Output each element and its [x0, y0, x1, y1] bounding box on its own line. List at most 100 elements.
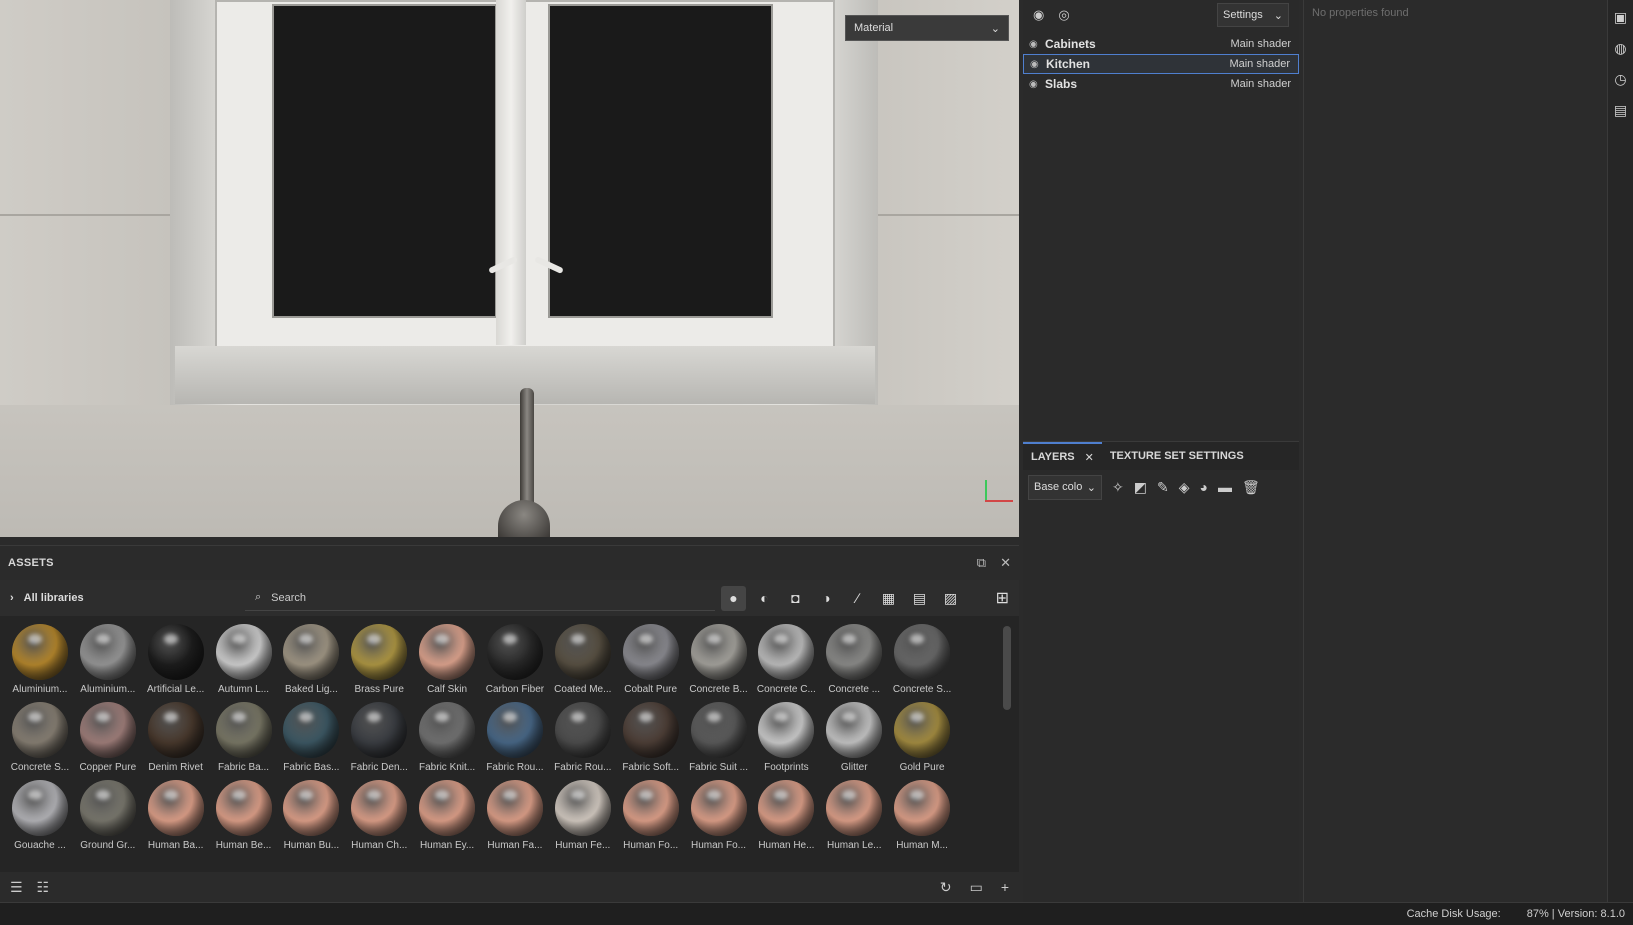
- material-preview-sphere: [11, 702, 68, 758]
- filter-textures-icon[interactable]: ▦: [876, 586, 901, 611]
- refresh-icon[interactable]: ↻: [940, 879, 952, 896]
- asset-tile[interactable]: Human Fo...: [685, 780, 753, 858]
- asset-tile[interactable]: Gold Pure: [888, 702, 956, 780]
- eye-icon[interactable]: ◉: [1030, 59, 1046, 70]
- asset-tile[interactable]: Cobalt Pure: [617, 624, 685, 702]
- material-preview-sphere: [894, 702, 951, 758]
- asset-tile[interactable]: Fabric Suit ...: [685, 702, 753, 780]
- asset-tile[interactable]: Human Ba...: [142, 780, 210, 858]
- texture-set-row[interactable]: ◉ Slabs Main shader: [1023, 74, 1299, 94]
- asset-label: Artificial Le...: [147, 684, 205, 695]
- filter-list-icon[interactable]: ☷: [37, 879, 50, 896]
- asset-tile[interactable]: Fabric Rou...: [481, 702, 549, 780]
- asset-tile[interactable]: Glitter: [820, 702, 888, 780]
- texture-set-row[interactable]: ◉ Cabinets Main shader: [1023, 34, 1299, 54]
- asset-scrollbar[interactable]: [1003, 626, 1011, 710]
- library-selector[interactable]: › All libraries: [10, 592, 245, 604]
- eye-icon[interactable]: ◉: [1029, 79, 1045, 90]
- visibility-settings-icon[interactable]: ◉: [1033, 7, 1044, 23]
- asset-tile[interactable]: Concrete S...: [6, 702, 74, 780]
- add-paint-layer-icon[interactable]: ✎: [1157, 479, 1169, 496]
- asset-tile[interactable]: Fabric Soft...: [617, 702, 685, 780]
- add-fill-layer-icon[interactable]: ◈: [1179, 479, 1190, 496]
- asset-tile[interactable]: Fabric Rou...: [549, 702, 617, 780]
- tile-seam: [878, 214, 1019, 216]
- log-icon[interactable]: ▤: [1614, 102, 1627, 119]
- asset-tile[interactable]: Coated Me...: [549, 624, 617, 702]
- asset-tile[interactable]: Aluminium...: [6, 624, 74, 702]
- eye-icon[interactable]: ◉: [1029, 39, 1045, 50]
- settings-dropdown[interactable]: Settings ⌄: [1217, 3, 1289, 27]
- asset-tile[interactable]: Human Be...: [210, 780, 278, 858]
- add-mask-icon[interactable]: ◩: [1134, 479, 1147, 496]
- asset-tile[interactable]: Human Ey...: [413, 780, 481, 858]
- asset-tile[interactable]: Human Bu...: [277, 780, 345, 858]
- sort-icon[interactable]: ☰: [10, 879, 23, 896]
- library-label: All libraries: [23, 592, 84, 604]
- asset-tile[interactable]: Human Ch...: [345, 780, 413, 858]
- asset-tile[interactable]: Brass Pure: [345, 624, 413, 702]
- delete-icon[interactable]: 🗑: [1242, 479, 1260, 496]
- texture-set-list: ◉ ◎ Settings ⌄ ◉ Cabinets Main shader ◉ …: [1023, 0, 1299, 440]
- asset-tile[interactable]: Fabric Bas...: [277, 702, 345, 780]
- asset-tile[interactable]: Concrete ...: [820, 624, 888, 702]
- filter-environments-icon[interactable]: ▨: [938, 586, 963, 611]
- undock-icon[interactable]: ⧉: [977, 555, 986, 571]
- sphere-highlight: [502, 634, 517, 644]
- filter-brushes-icon[interactable]: ∕: [845, 586, 870, 611]
- channel-label: Base colo: [1034, 481, 1083, 493]
- asset-tile[interactable]: Human He...: [752, 780, 820, 858]
- assets-header: ASSETS ⧉ ✕: [0, 546, 1019, 580]
- tab-layers[interactable]: LAYERS ✕: [1023, 442, 1102, 470]
- texture-set-row[interactable]: ◉ Kitchen Main shader: [1023, 54, 1299, 74]
- asset-tile[interactable]: Concrete S...: [888, 624, 956, 702]
- asset-tile[interactable]: Artificial Le...: [142, 624, 210, 702]
- asset-tile[interactable]: Fabric Ba...: [210, 702, 278, 780]
- grid-view-icon[interactable]: ⊞: [996, 588, 1009, 608]
- 3d-viewport[interactable]: Material ⌄: [0, 0, 1019, 537]
- asset-tile[interactable]: Baked Lig...: [277, 624, 345, 702]
- sphere-highlight: [910, 634, 925, 644]
- close-icon[interactable]: ✕: [1000, 555, 1011, 571]
- asset-tile[interactable]: Aluminium...: [74, 624, 142, 702]
- filter-materials-icon[interactable]: ●: [721, 585, 746, 611]
- viewport-mode-dropdown[interactable]: Material ⌄: [845, 15, 1009, 41]
- shader-settings-icon[interactable]: ◍: [1614, 40, 1626, 57]
- close-icon[interactable]: ✕: [1085, 451, 1094, 464]
- asset-tile[interactable]: Copper Pure: [74, 702, 142, 780]
- tab-texture-set-settings[interactable]: TEXTURE SET SETTINGS: [1102, 442, 1252, 470]
- material-preview-sphere: [351, 624, 408, 680]
- asset-tile[interactable]: Concrete C...: [752, 624, 820, 702]
- asset-tile[interactable]: Human Fo...: [617, 780, 685, 858]
- history-icon[interactable]: ◷: [1614, 71, 1626, 88]
- asset-tile[interactable]: Human Fa...: [481, 780, 549, 858]
- add-icon[interactable]: +: [1001, 879, 1009, 896]
- asset-tile[interactable]: Human M...: [888, 780, 956, 858]
- asset-tile[interactable]: Concrete B...: [685, 624, 753, 702]
- filter-masks-icon[interactable]: ◘: [783, 586, 808, 611]
- asset-tile[interactable]: Human Le...: [820, 780, 888, 858]
- filter-alphas-icon[interactable]: ▤: [907, 586, 932, 611]
- eye-icon[interactable]: ◎: [1058, 7, 1069, 23]
- filter-smart-materials-icon[interactable]: ◐: [752, 586, 777, 611]
- asset-tile[interactable]: Autumn L...: [210, 624, 278, 702]
- sphere-highlight: [231, 634, 246, 644]
- search-input[interactable]: ⌕ Search: [245, 585, 715, 611]
- filter-filters-icon[interactable]: ◑: [814, 586, 839, 611]
- asset-tile[interactable]: Calf Skin: [413, 624, 481, 702]
- asset-tile[interactable]: Denim Rivet: [142, 702, 210, 780]
- asset-tile[interactable]: Fabric Knit...: [413, 702, 481, 780]
- asset-tile[interactable]: Carbon Fiber: [481, 624, 549, 702]
- asset-tile[interactable]: Footprints: [752, 702, 820, 780]
- add-folder-icon[interactable]: ▬: [1218, 479, 1232, 495]
- asset-tile[interactable]: Human Fe...: [549, 780, 617, 858]
- folder-icon[interactable]: ▭: [970, 879, 983, 896]
- asset-tile[interactable]: Fabric Den...: [345, 702, 413, 780]
- asset-tile[interactable]: Ground Gr...: [74, 780, 142, 858]
- add-effect-icon[interactable]: ✧: [1112, 479, 1124, 496]
- channel-dropdown[interactable]: Base colo ⌄: [1028, 474, 1102, 500]
- display-settings-icon[interactable]: ▣: [1614, 9, 1627, 26]
- asset-tile[interactable]: Gouache ...: [6, 780, 74, 858]
- add-mask-generator-icon[interactable]: ◕: [1199, 479, 1207, 495]
- material-preview-sphere: [79, 780, 136, 836]
